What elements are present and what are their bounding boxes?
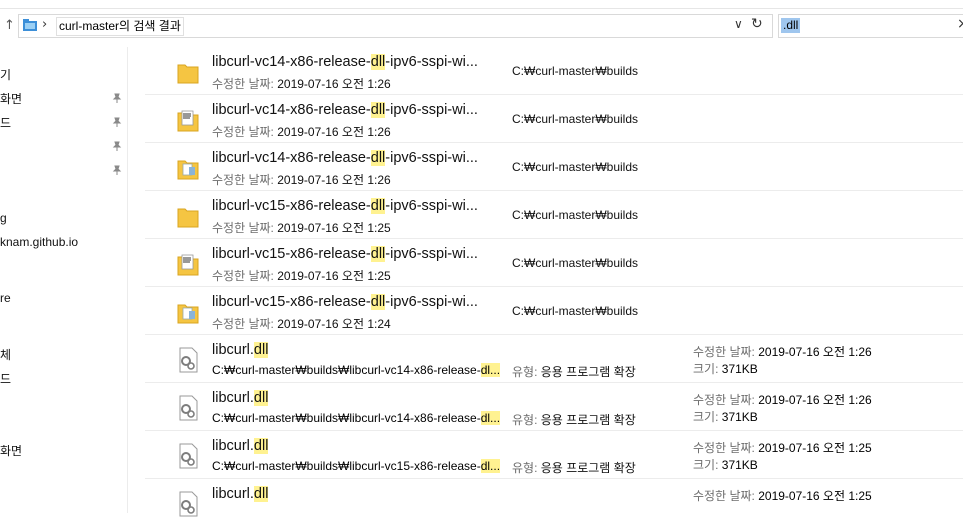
item-size: 크기: 371KB — [693, 410, 758, 424]
address-row: ↑ › curl-master의 검색 결과 ∨ ↻ .dll × — [0, 12, 963, 40]
item-type: 유형: 응용 프로그램 확장 — [512, 461, 636, 475]
pin-icon — [112, 165, 122, 175]
nav-item[interactable]: 기 — [0, 66, 11, 83]
result-row-file[interactable]: libcurl.dll C:₩curl-master₩builds₩libcur… — [145, 335, 963, 383]
breadcrumb[interactable]: curl-master의 검색 결과 — [56, 17, 184, 36]
chevron-right-icon[interactable]: › — [42, 17, 47, 32]
item-type: 유형: 응용 프로그램 확장 — [512, 365, 636, 379]
item-date: 수정한 날짜: 2019-07-16 오전 1:26 — [212, 173, 391, 187]
folder-documents-icon — [177, 254, 199, 276]
folder-icon — [177, 64, 199, 84]
address-bar[interactable]: › curl-master의 검색 결과 ∨ ↻ — [18, 14, 773, 38]
result-row-folder[interactable]: libcurl-vc15-x86-release-dll-ipv6-sspi-w… — [145, 191, 963, 239]
dll-file-icon — [179, 347, 198, 373]
dll-file-icon — [179, 443, 198, 469]
result-row-file[interactable]: libcurl.dll 수정한 날짜: 2019-07-16 오전 1:25 — [145, 479, 963, 526]
result-row-folder[interactable]: libcurl-vc14-x86-release-dll-ipv6-sspi-w… — [145, 95, 963, 143]
nav-item-downloads[interactable]: 드 — [0, 114, 11, 131]
item-date: 수정한 날짜: 2019-07-16 오전 1:25 — [693, 441, 872, 455]
result-row-file[interactable]: libcurl.dll C:₩curl-master₩builds₩libcur… — [145, 383, 963, 431]
chevron-down-icon[interactable]: ∨ — [734, 17, 743, 31]
nav-item[interactable]: re — [0, 291, 11, 305]
item-location: C:₩curl-master₩builds — [512, 256, 639, 270]
dll-file-icon — [179, 395, 198, 421]
item-name: libcurl.dll — [212, 438, 269, 454]
item-location: C:₩curl-master₩builds₩libcurl-vc14-x86-r… — [212, 411, 500, 425]
item-date: 수정한 날짜: 2019-07-16 오전 1:24 — [212, 317, 391, 331]
dll-file-icon — [179, 491, 198, 517]
folder-files-icon — [177, 160, 199, 180]
item-location: C:₩curl-master₩builds — [512, 208, 639, 222]
nav-item[interactable]: g — [0, 211, 7, 225]
item-date: 수정한 날짜: 2019-07-16 오전 1:26 — [693, 345, 872, 359]
close-icon[interactable]: × — [957, 16, 963, 32]
refresh-icon[interactable]: ↻ — [751, 16, 763, 32]
item-location: C:₩curl-master₩builds₩libcurl-vc14-x86-r… — [212, 363, 500, 377]
item-date: 수정한 날짜: 2019-07-16 오전 1:25 — [212, 269, 391, 283]
item-name: libcurl.dll — [212, 390, 269, 406]
search-box[interactable]: .dll × — [778, 14, 963, 38]
nav-item[interactable]: 화면 — [0, 442, 22, 459]
item-type: 유형: 응용 프로그램 확장 — [512, 413, 636, 427]
search-results: libcurl-vc14-x86-release-dll-ipv6-sspi-w… — [145, 47, 963, 517]
pin-icon — [112, 141, 122, 151]
search-input[interactable]: .dll — [781, 18, 801, 33]
item-size: 크기: 371KB — [693, 362, 758, 376]
item-name: libcurl-vc15-x86-release-dll-ipv6-sspi-w… — [212, 198, 478, 214]
item-location: C:₩curl-master₩builds — [512, 112, 639, 126]
folder-icon — [177, 208, 199, 228]
item-name: libcurl.dll — [212, 486, 269, 502]
item-name: libcurl-vc14-x86-release-dll-ipv6-sspi-w… — [212, 102, 478, 118]
result-row-file[interactable]: libcurl.dll C:₩curl-master₩builds₩libcur… — [145, 431, 963, 479]
folder-documents-icon — [177, 110, 199, 132]
item-date: 수정한 날짜: 2019-07-16 오전 1:26 — [212, 125, 391, 139]
item-name: libcurl-vc15-x86-release-dll-ipv6-sspi-w… — [212, 246, 478, 262]
up-arrow-icon[interactable]: ↑ — [4, 15, 18, 37]
item-size: 크기: 371KB — [693, 458, 758, 472]
folder-files-icon — [177, 304, 199, 324]
nav-item[interactable]: 드 — [0, 370, 11, 387]
result-row-folder[interactable]: libcurl-vc15-x86-release-dll-ipv6-sspi-w… — [145, 239, 963, 287]
item-date: 수정한 날짜: 2019-07-16 오전 1:26 — [693, 393, 872, 407]
item-location: C:₩curl-master₩builds — [512, 304, 639, 318]
nav-item[interactable]: 체 — [0, 346, 11, 363]
result-row-folder[interactable]: libcurl-vc14-x86-release-dll-ipv6-sspi-w… — [145, 143, 963, 191]
result-row-folder[interactable]: libcurl-vc14-x86-release-dll-ipv6-sspi-w… — [145, 47, 963, 95]
item-location: C:₩curl-master₩builds — [512, 64, 639, 78]
item-name: libcurl-vc14-x86-release-dll-ipv6-sspi-w… — [212, 54, 478, 70]
pin-icon — [112, 93, 122, 103]
nav-item[interactable]: knam.github.io — [0, 235, 78, 249]
item-date: 수정한 날짜: 2019-07-16 오전 1:25 — [212, 221, 391, 235]
item-name: libcurl-vc15-x86-release-dll-ipv6-sspi-w… — [212, 294, 478, 310]
folder-icon — [23, 19, 37, 31]
item-name: libcurl.dll — [212, 342, 269, 358]
pin-icon — [112, 117, 122, 127]
item-location: C:₩curl-master₩builds₩libcurl-vc15-x86-r… — [212, 459, 500, 473]
item-date: 수정한 날짜: 2019-07-16 오전 1:26 — [212, 77, 391, 91]
result-row-folder[interactable]: libcurl-vc15-x86-release-dll-ipv6-sspi-w… — [145, 287, 963, 335]
navigation-pane: 기 화면 드 g knam.github.io re 체 드 화면 — [0, 47, 128, 513]
item-name: libcurl-vc14-x86-release-dll-ipv6-sspi-w… — [212, 150, 478, 166]
item-date: 수정한 날짜: 2019-07-16 오전 1:25 — [693, 489, 872, 503]
item-location: C:₩curl-master₩builds — [512, 160, 639, 174]
nav-item-desktop[interactable]: 화면 — [0, 90, 22, 107]
ribbon-strip — [0, 0, 963, 9]
